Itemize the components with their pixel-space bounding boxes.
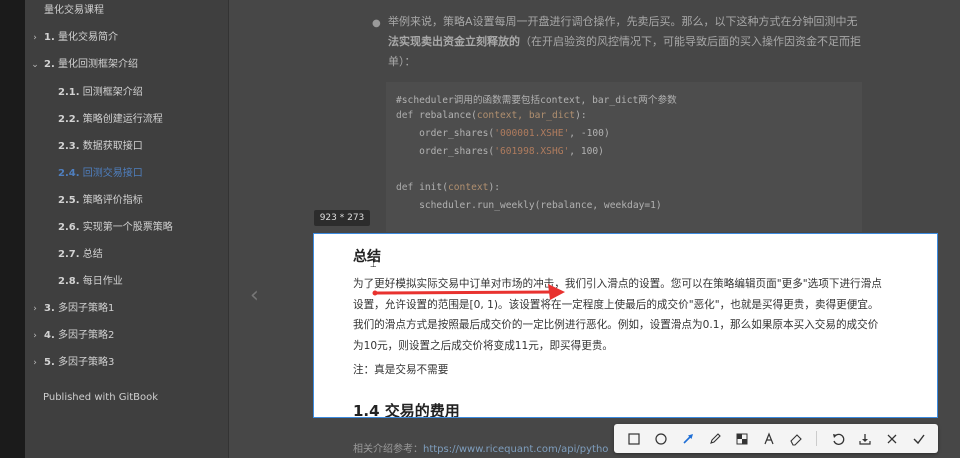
slippage-paragraph: 为了更好模拟实际交易中订单对市场的冲击，我们引入滑点的设置。您可以在策略编辑页面… — [353, 278, 882, 352]
close-icon[interactable] — [882, 429, 902, 449]
sidebar-item-2-3[interactable]: 2.3. 数据获取接口 — [25, 136, 228, 158]
download-icon[interactable] — [855, 429, 875, 449]
sidebar-item-number: 2.7. — [58, 249, 80, 260]
sidebar-item-number: 2.2. — [58, 114, 80, 125]
sidebar-item-label: 量化交易简介 — [57, 32, 118, 43]
selection-size-badge: 923 * 273 — [314, 210, 370, 226]
sidebar-item-number: 5. — [44, 357, 55, 368]
sidebar-item-label: 策略创建运行流程 — [82, 114, 163, 125]
code-text: , -100) — [569, 128, 610, 139]
code-line: def init(context): — [396, 182, 500, 193]
sidebar-item-label: 多因子策略1 — [57, 303, 115, 314]
eraser-icon[interactable] — [786, 429, 806, 449]
code-line: scheduler.run_weekly(rebalance, weekday=… — [396, 200, 662, 211]
mouse-cursor-icon: ⌶ — [370, 257, 377, 270]
sidebar-item-number: 2.4. — [58, 168, 80, 179]
sidebar-item-1[interactable]: › 1. 量化交易简介 — [25, 27, 228, 49]
paragraph-bold-text: 法实现卖出资金立刻释放的 — [388, 35, 520, 48]
paragraph-line: 单）： — [388, 55, 416, 68]
code-keyword: def — [396, 182, 420, 193]
sidebar-item-number: 2.5. — [58, 195, 80, 206]
reference-prefix: 相关介绍参考： — [353, 444, 423, 455]
sidebar: 量化交易课程 › 1. 量化交易简介 ⌄ 2. 量化回测框架介绍 2.1. 回测… — [25, 0, 228, 458]
code-block: #scheduler调用的函数需要包括context, bar_dict两个参数… — [386, 82, 862, 232]
code-text: ): — [488, 182, 500, 193]
annotation-toolbar — [614, 424, 938, 453]
chevron-right-icon[interactable]: › — [30, 298, 40, 320]
left-edge-bar — [0, 0, 25, 458]
sidebar-item-label: 总结 — [82, 249, 103, 260]
reference-line: 相关介绍参考：https://www.ricequant.com/api/pyt… — [353, 440, 608, 455]
chevron-right-icon[interactable]: › — [30, 352, 40, 374]
paragraph-text: （在开启验资的风控情况下，可能导致后面的买入操作因资金不足而拒 — [520, 35, 861, 48]
reference-link[interactable]: https://www.ricequant.com/api/pytho — [423, 444, 608, 455]
chevron-right-icon[interactable]: › — [30, 325, 40, 347]
code-text: order_shares( — [396, 146, 495, 157]
sidebar-item-2-1[interactable]: 2.1. 回测框架介绍 — [25, 82, 228, 104]
screenshot-selection-region[interactable]: 总结 为了更好模拟实际交易中订单对市场的冲击，我们引入滑点的设置。您可以在策略编… — [313, 233, 938, 418]
sidebar-item-label: 数据获取接口 — [82, 141, 143, 152]
gitbook-footer-link[interactable]: Published with GitBook — [43, 392, 158, 403]
paragraph-line: 举例来说，策略A设置每周一开盘进行调仓操作，先卖后买。那么，以下这种方式在分钟回… — [388, 15, 858, 28]
sidebar-item-label: 回测交易接口 — [82, 168, 143, 179]
sidebar-item-2-4-active[interactable]: 2.4. 回测交易接口 — [25, 163, 228, 185]
code-comment: #scheduler调用的函数需要包括context, bar_dict两个参数 — [396, 95, 677, 106]
code-fn-name: rebalance( — [419, 110, 477, 121]
code-line: def rebalance(context, bar_dict): — [396, 110, 587, 121]
code-string: '601998.XSHG' — [494, 146, 570, 157]
sidebar-item-label: 每日作业 — [82, 276, 123, 287]
mosaic-icon[interactable] — [732, 429, 752, 449]
code-string: '000001.XSHE' — [494, 128, 570, 139]
pen-icon[interactable] — [705, 429, 725, 449]
sidebar-item-3[interactable]: › 3. 多因子策略1 — [25, 298, 228, 320]
sidebar-item-label: 多因子策略3 — [57, 357, 115, 368]
sidebar-item-2-5[interactable]: 2.5. 策略评价指标 — [25, 190, 228, 212]
sidebar-item-2[interactable]: ⌄ 2. 量化回测框架介绍 — [25, 54, 228, 76]
sidebar-item-label: 回测框架介绍 — [82, 87, 143, 98]
code-params: context — [448, 182, 489, 193]
paragraph-line: 法实现卖出资金立刻释放的（在开启验资的风控情况下，可能导致后面的买入操作因资金不… — [388, 32, 868, 52]
code-params: context, bar_dict — [476, 110, 576, 121]
sidebar-item-2-7[interactable]: 2.7. 总结 — [25, 244, 228, 266]
sidebar-item-number: 2.6. — [58, 222, 80, 233]
code-fn-name: init( — [419, 182, 448, 193]
sidebar-item-label: 策略评价指标 — [82, 195, 143, 206]
code-line: order_shares('601998.XSHG', 100) — [396, 146, 604, 157]
undo-icon[interactable] — [828, 429, 848, 449]
code-text: order_shares( — [396, 128, 495, 139]
arrow-icon[interactable] — [678, 429, 698, 449]
example-paragraph: 举例来说，策略A设置每周一开盘进行调仓操作，先卖后买。那么，以下这种方式在分钟回… — [388, 12, 868, 72]
sidebar-item-number: 2.8. — [58, 276, 80, 287]
chevron-down-icon[interactable]: ⌄ — [30, 54, 40, 76]
note-text: 注：真是交易不需要 — [353, 364, 449, 376]
ellipse-icon[interactable] — [651, 429, 671, 449]
confirm-icon[interactable] — [909, 429, 929, 449]
sidebar-item-number: 3. — [44, 303, 55, 314]
sidebar-item-number: 2. — [44, 59, 55, 70]
toolbar-separator — [816, 431, 817, 446]
sidebar-item-number: 2.1. — [58, 87, 80, 98]
chevron-right-icon[interactable]: › — [30, 27, 40, 49]
sidebar-item-label: 实现第一个股票策略 — [82, 222, 173, 233]
sidebar-item-2-8[interactable]: 2.8. 每日作业 — [25, 271, 228, 293]
sidebar-item-number: 2.3. — [58, 141, 80, 152]
prev-page-arrow-icon[interactable]: ‹ — [250, 283, 259, 308]
sidebar-item-label: 多因子策略2 — [57, 330, 115, 341]
rectangle-icon[interactable] — [624, 429, 644, 449]
section-heading: 1.4 交易的费用 — [353, 402, 460, 418]
sidebar-item-2-6[interactable]: 2.6. 实现第一个股票策略 — [25, 217, 228, 239]
sidebar-item-2-2[interactable]: 2.2. 策略创建运行流程 — [25, 109, 228, 131]
sidebar-item-number: 4. — [44, 330, 55, 341]
code-keyword: def — [396, 110, 420, 121]
bullet-icon: ● — [372, 18, 381, 29]
code-line: order_shares('000001.XSHE', -100) — [396, 128, 610, 139]
sidebar-item-label: 量化回测框架介绍 — [57, 59, 138, 70]
text-icon[interactable] — [759, 429, 779, 449]
sidebar-item-4[interactable]: › 4. 多因子策略2 — [25, 325, 228, 347]
sidebar-item-number: 1. — [44, 32, 55, 43]
sidebar-item-5[interactable]: › 5. 多因子策略3 — [25, 352, 228, 374]
code-text: , 100) — [569, 146, 604, 157]
code-text: ): — [575, 110, 587, 121]
sidebar-header[interactable]: 量化交易课程 — [44, 0, 247, 22]
